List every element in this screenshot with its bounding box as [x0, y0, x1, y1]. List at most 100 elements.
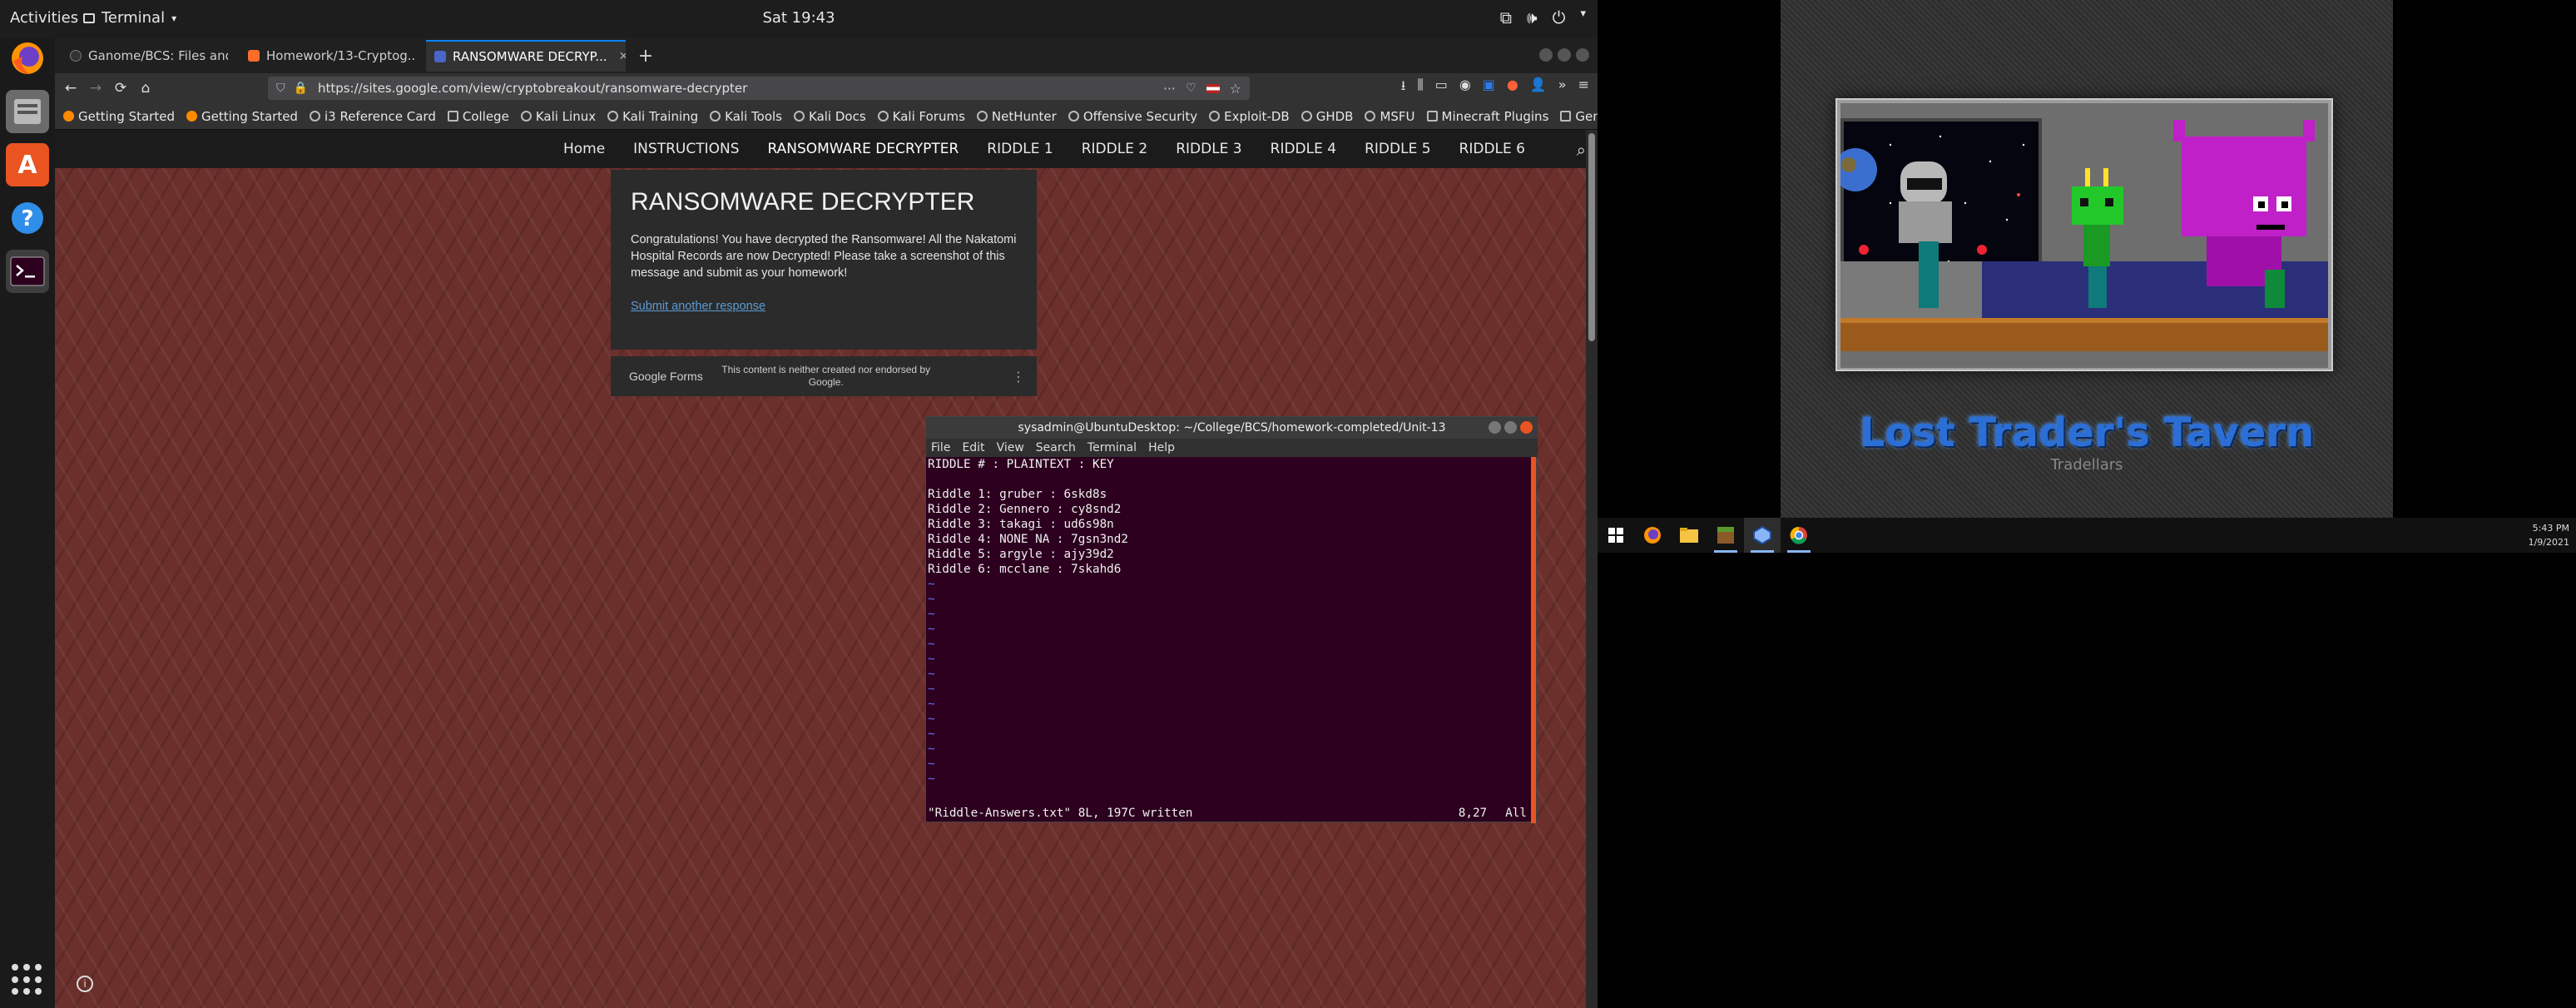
home-button[interactable]: ⌂ [133, 76, 158, 101]
nav-riddle-3[interactable]: RIDDLE 3 [1162, 141, 1256, 157]
bookmark-label: College [462, 108, 509, 124]
bookmark-folder[interactable]: Gentoo [1560, 109, 1598, 124]
taskbar-chrome[interactable] [1781, 518, 1817, 553]
close-tab-icon[interactable]: ✕ [619, 50, 626, 63]
reload-button[interactable]: ⟳ [108, 76, 133, 101]
extension-red-icon[interactable]: ● [1507, 77, 1518, 99]
page-actions-icon[interactable]: ⋯ [1163, 81, 1176, 96]
download-icon[interactable]: ⭳ [1401, 77, 1406, 99]
vim-tilde-line: ~ [928, 772, 935, 786]
info-icon[interactable]: i [77, 976, 93, 992]
software-launcher[interactable]: A [6, 143, 49, 186]
taskbar-minecraft[interactable] [1707, 518, 1744, 553]
pocket-icon[interactable]: ♡ [1186, 82, 1196, 95]
account-icon[interactable]: 👤 [1530, 77, 1547, 99]
terminal-content[interactable]: RIDDLE # : PLAINTEXT : KEY Riddle 1: gru… [926, 457, 1533, 823]
forms-disclaimer: This content is neither created nor endo… [721, 364, 931, 388]
bookmark-item[interactable]: Getting Started [63, 109, 175, 124]
terminal-launcher[interactable] [6, 250, 49, 293]
nav-home[interactable]: Home [549, 141, 619, 157]
bookmark-item[interactable]: GHDB [1300, 109, 1353, 124]
extension-icon[interactable]: ◉ [1459, 77, 1471, 99]
bookmark-item[interactable]: Kali Training [607, 109, 698, 124]
library-icon[interactable]: ⫼ [1417, 77, 1423, 99]
bitwarden-icon[interactable]: ▣ [1483, 77, 1495, 99]
nav-riddle-2[interactable]: RIDDLE 2 [1068, 141, 1162, 157]
menu-edit[interactable]: Edit [962, 441, 984, 454]
forward-button[interactable]: → [83, 76, 108, 101]
minimize-window-button[interactable] [1539, 48, 1553, 62]
maximize-button[interactable] [1504, 421, 1517, 434]
back-button[interactable]: ← [58, 76, 83, 101]
bookmark-folder[interactable]: Minecraft Plugins [1426, 109, 1548, 124]
nav-ransomware-decrypter[interactable]: RANSOMWARE DECRYPTER [754, 141, 973, 157]
bookmark-item[interactable]: Offensive Security [1068, 109, 1197, 124]
files-launcher[interactable] [6, 90, 49, 133]
flag-icon[interactable] [1206, 83, 1220, 93]
new-tab-button[interactable]: + [629, 40, 662, 72]
terminal-scrollbar[interactable] [1531, 457, 1536, 823]
windows-taskbar: 5:43 PM 1/9/2021 [1598, 518, 2576, 553]
bookmark-item[interactable]: Kali Forums [877, 109, 965, 124]
folder-icon [1560, 111, 1572, 122]
bookmark-item[interactable]: Kali Linux [520, 109, 596, 124]
bookmark-item[interactable]: Kali Tools [710, 109, 782, 124]
menu-view[interactable]: View [997, 441, 1024, 454]
game-window[interactable]: Lost Trader's Tavern Tradellars [1781, 0, 2393, 518]
tab-homework[interactable]: Homework/13-Cryptog... [240, 40, 414, 72]
game-artwork-frame [1835, 98, 2333, 371]
terminal-window: sysadmin@UbuntuDesktop: ~/College/BCS/ho… [925, 416, 1538, 823]
url-bar[interactable]: ⛉ 🔒 ⋯ ♡ ☆ [268, 77, 1250, 100]
help-launcher[interactable]: ? [6, 196, 49, 240]
taskbar-clock[interactable]: 5:43 PM 1/9/2021 [2529, 521, 2569, 549]
folder-icon [1680, 528, 1698, 543]
menu-help[interactable]: Help [1148, 441, 1175, 454]
bookmark-item[interactable]: Kali Docs [794, 109, 866, 124]
nav-riddle-6[interactable]: RIDDLE 6 [1445, 141, 1539, 157]
bookmark-folder[interactable]: College [447, 108, 509, 124]
globe-icon [1068, 111, 1079, 122]
terminal-title: sysadmin@UbuntuDesktop: ~/College/BCS/ho… [1018, 421, 1446, 434]
nav-instructions[interactable]: INSTRUCTIONS [619, 141, 753, 157]
page-scrollbar[interactable] [1586, 130, 1598, 1008]
minimize-button[interactable] [1489, 421, 1501, 434]
bookmark-star-icon[interactable]: ☆ [1230, 81, 1241, 97]
google-forms-logo[interactable]: Google Forms [629, 370, 703, 383]
taskbar-firefox[interactable] [1634, 518, 1671, 553]
menu-file[interactable]: File [931, 441, 950, 454]
taskbar-game[interactable] [1744, 518, 1781, 553]
terminal-line: Riddle 6: mcclane : 7skahd6 [928, 563, 1122, 576]
bookmark-item[interactable]: MSFU [1365, 109, 1415, 124]
overflow-icon[interactable]: » [1558, 77, 1567, 99]
search-icon[interactable]: ⌕ [1577, 140, 1586, 160]
close-window-button[interactable] [1576, 48, 1589, 62]
url-input[interactable] [315, 80, 1065, 97]
nav-riddle-4[interactable]: RIDDLE 4 [1256, 141, 1350, 157]
sidebar-icon[interactable]: ▭ [1435, 77, 1448, 99]
submit-another-response-link[interactable]: Submit another response [631, 300, 1017, 313]
app-menu[interactable]: Terminal ▾ [83, 9, 176, 27]
menu-search[interactable]: Search [1036, 441, 1076, 454]
firefox-launcher[interactable] [6, 37, 49, 80]
menu-terminal[interactable]: Terminal [1087, 441, 1137, 454]
system-tray[interactable]: ⧉ 🕪 ⏻ ▾ [1500, 7, 1586, 27]
bookmark-item[interactable]: i3 Reference Card [309, 109, 436, 124]
activities-button[interactable]: Activities [10, 9, 78, 27]
bookmark-item[interactable]: Getting Started [186, 109, 298, 124]
hamburger-menu-icon[interactable]: ≡ [1578, 77, 1589, 99]
bookmark-item[interactable]: Exploit-DB [1209, 109, 1290, 124]
maximize-window-button[interactable] [1558, 48, 1571, 62]
terminal-titlebar[interactable]: sysadmin@UbuntuDesktop: ~/College/BCS/ho… [926, 417, 1538, 439]
close-button[interactable] [1520, 421, 1533, 434]
tab-ransomware-decrypter[interactable]: RANSOMWARE DECRYP... ✕ [426, 40, 626, 72]
bookmark-item[interactable]: NetHunter [976, 109, 1057, 124]
show-applications-icon[interactable] [12, 964, 43, 996]
chrome-icon [1790, 526, 1807, 544]
start-button[interactable] [1598, 518, 1634, 553]
nav-riddle-5[interactable]: RIDDLE 5 [1350, 141, 1444, 157]
tab-ganome[interactable]: Ganome/BCS: Files and ... [62, 40, 228, 72]
taskbar-file-explorer[interactable] [1671, 518, 1707, 553]
clock[interactable]: Sat 19:43 [762, 9, 835, 27]
more-options-icon[interactable]: ⋮ [1012, 369, 1025, 385]
nav-riddle-1[interactable]: RIDDLE 1 [973, 141, 1067, 157]
